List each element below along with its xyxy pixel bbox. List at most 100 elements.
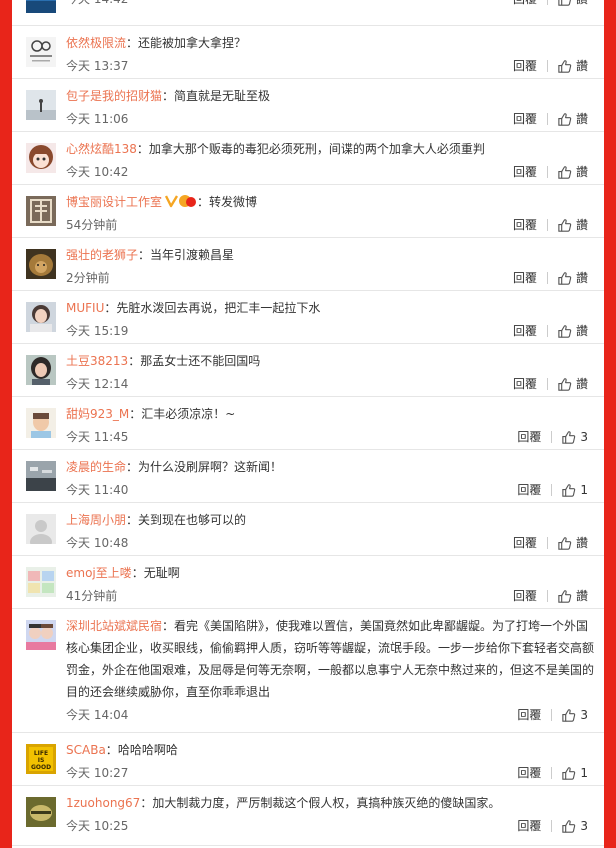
reply-button[interactable]: 回覆: [517, 429, 541, 445]
comment-text-block: 甜妈923_M：汇丰必须凉凉！~: [66, 403, 594, 425]
action-divider: [546, 378, 548, 390]
comment-username[interactable]: 深圳北站斌斌民宿: [66, 619, 162, 633]
comment-username[interactable]: 土豆38213: [66, 354, 128, 368]
comment-time: 41分钟前: [66, 589, 118, 603]
comment-username[interactable]: SCABa: [66, 743, 106, 757]
comment-username[interactable]: 甜妈923_M: [66, 407, 129, 421]
like-count: 讚: [575, 112, 588, 126]
comment-colon: ：: [140, 796, 153, 810]
comment-time: 今天 10:48: [66, 536, 129, 550]
comment-body: 转发微博: [209, 195, 258, 209]
like-button[interactable]: 讚: [557, 0, 588, 7]
like-button[interactable]: 3: [561, 429, 588, 445]
reply-button[interactable]: 回覆: [513, 323, 537, 339]
like-button[interactable]: 讚: [557, 535, 588, 551]
comment-text-block: emoj至上喽：无耻啊: [66, 562, 594, 584]
like-button[interactable]: 3: [561, 707, 588, 723]
like-button[interactable]: 讚: [557, 111, 588, 127]
comment-colon: ：: [162, 619, 175, 633]
comment-colon: ：: [104, 301, 117, 315]
comment-text-block: 包子是我的招财猫：简直就是无耻至极: [66, 85, 594, 107]
comment-list: 今天 14:42回覆讚依然极限流：还能被加拿大拿捏？今天 13:37回覆讚包子是…: [12, 0, 604, 848]
reply-button[interactable]: 回覆: [513, 588, 537, 604]
avatar[interactable]: [26, 514, 56, 544]
avatar[interactable]: [26, 620, 56, 650]
comment-item: 土豆38213：那孟女士还不能回国吗 今天 12:14 回覆 讚: [12, 343, 604, 397]
comment-item: MUFIU：先脏水泼回去再说，把汇丰一起拉下水 今天 15:19 回覆 讚: [12, 290, 604, 344]
comment-username[interactable]: 强壮的老狮子: [66, 248, 138, 262]
thumbs-up-icon: [561, 483, 576, 498]
like-button[interactable]: 讚: [557, 323, 588, 339]
comment-actions: 回覆 讚: [513, 164, 588, 180]
comment-username[interactable]: 1zuohong67: [66, 796, 140, 810]
action-divider: [546, 113, 548, 125]
reply-button[interactable]: 回覆: [517, 482, 541, 498]
like-button[interactable]: 3: [561, 818, 588, 834]
action-divider: [546, 325, 548, 337]
comment-username[interactable]: 依然极限流: [66, 36, 126, 50]
comment-username[interactable]: emoj至上喽: [66, 566, 132, 580]
comment-item: 1zuohong67：加大制裁力度，严厉制裁这个假人权，真搞种族灭绝的傻缺国家。…: [12, 785, 604, 846]
comment-colon: ：: [197, 195, 210, 209]
action-divider: [546, 272, 548, 284]
like-button[interactable]: 1: [561, 765, 588, 781]
like-button[interactable]: 讚: [557, 164, 588, 180]
avatar[interactable]: [26, 249, 56, 279]
avatar[interactable]: [26, 408, 56, 438]
comment-actions: 回覆 讚: [513, 0, 588, 7]
like-button[interactable]: 讚: [557, 376, 588, 392]
thumbs-up-icon: [557, 324, 572, 339]
reply-button[interactable]: 回覆: [517, 707, 541, 723]
like-button[interactable]: 讚: [557, 58, 588, 74]
reply-button[interactable]: 回覆: [513, 164, 537, 180]
avatar[interactable]: [26, 0, 56, 13]
like-button[interactable]: 讚: [557, 270, 588, 286]
like-count: 1: [580, 483, 588, 497]
avatar[interactable]: [26, 302, 56, 332]
reply-button[interactable]: 回覆: [517, 765, 541, 781]
avatar[interactable]: [26, 567, 56, 597]
avatar[interactable]: [26, 37, 56, 67]
comment-username[interactable]: 上海周小朋: [66, 513, 126, 527]
reply-button[interactable]: 回覆: [517, 818, 541, 834]
reply-button[interactable]: 回覆: [513, 535, 537, 551]
avatar[interactable]: [26, 90, 56, 120]
comment-colon: ：: [129, 407, 142, 421]
reply-button[interactable]: 回覆: [513, 270, 537, 286]
reply-button[interactable]: 回覆: [513, 376, 537, 392]
comment-time: 今天 10:42: [66, 165, 129, 179]
avatar[interactable]: [26, 461, 56, 491]
comment-body: 简直就是无耻至极: [174, 89, 271, 103]
action-divider: [551, 431, 553, 443]
like-count: 讚: [575, 589, 588, 603]
comment-username[interactable]: 凌晨的生命: [66, 460, 126, 474]
like-button[interactable]: 讚: [557, 588, 588, 604]
comment-text-block: 博宝丽设计工作室 ：转发微博: [66, 191, 594, 215]
reply-button[interactable]: 回覆: [513, 111, 537, 127]
avatar[interactable]: [26, 355, 56, 385]
comment-username[interactable]: 包子是我的招财猫: [66, 89, 162, 103]
comment-body: 关到现在也够可以的: [138, 513, 247, 527]
thumbs-up-icon: [557, 536, 572, 551]
avatar[interactable]: [26, 143, 56, 173]
comment-actions: 回覆 1: [517, 765, 588, 781]
comment-username[interactable]: 心然炫酷138: [66, 142, 137, 156]
comment-username[interactable]: MUFIU: [66, 301, 104, 315]
avatar[interactable]: LIFE IS GOOD: [26, 744, 56, 774]
avatar[interactable]: [26, 797, 56, 827]
avatar[interactable]: [26, 196, 56, 226]
reply-button[interactable]: 回覆: [513, 217, 537, 233]
like-button[interactable]: 讚: [557, 217, 588, 233]
reply-button[interactable]: 回覆: [513, 58, 537, 74]
comment-item: emoj至上喽：无耻啊 41分钟前 回覆 讚: [12, 555, 604, 609]
like-button[interactable]: 1: [561, 482, 588, 498]
comment-body: 先脏水泼回去再说，把汇丰一起拉下水: [116, 301, 321, 315]
comment-colon: ：: [162, 89, 175, 103]
comment-actions: 回覆 讚: [513, 535, 588, 551]
comment-colon: ：: [126, 513, 139, 527]
like-count: 讚: [575, 324, 588, 338]
comment-username[interactable]: 博宝丽设计工作室: [66, 195, 162, 209]
thumbs-up-icon: [557, 377, 572, 392]
action-divider: [546, 219, 548, 231]
reply-button[interactable]: 回覆: [513, 0, 537, 7]
